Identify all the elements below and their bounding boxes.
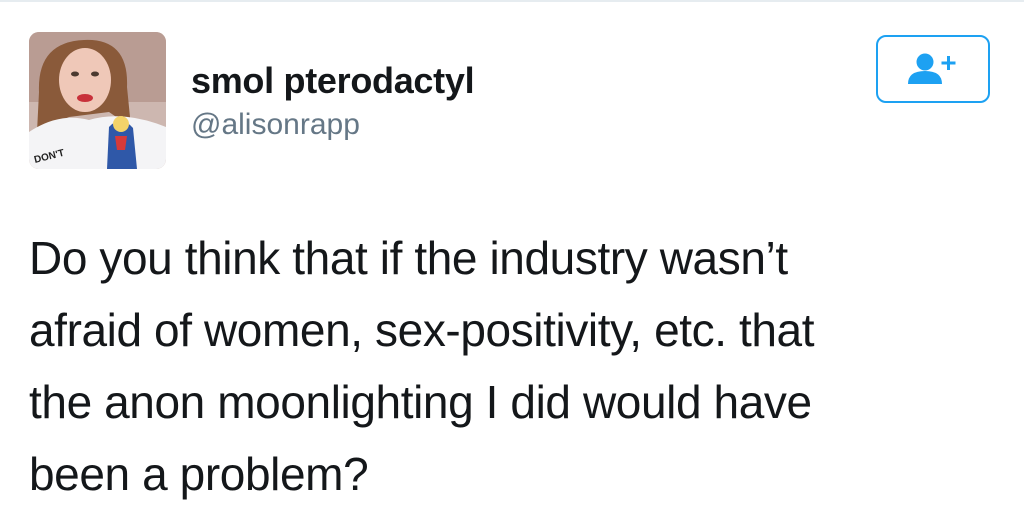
avatar[interactable]: DON'T <box>29 32 166 169</box>
user-handle[interactable]: @alisonrapp <box>191 106 360 144</box>
tweet-line: the anon moonlighting I did would have <box>29 376 812 428</box>
tweet-text: Do you think that if the industry wasn’t… <box>29 222 989 510</box>
follow-button[interactable] <box>876 35 990 103</box>
top-divider <box>0 0 1024 2</box>
display-name[interactable]: smol pterodactyl <box>191 59 475 103</box>
tweet-line: afraid of women, sex-positivity, etc. th… <box>29 304 815 356</box>
tweet-line: been a problem? <box>29 448 369 500</box>
add-user-icon <box>908 53 956 84</box>
tweet-line: Do you think that if the industry wasn’t <box>29 232 788 284</box>
avatar-image: DON'T <box>29 32 166 169</box>
